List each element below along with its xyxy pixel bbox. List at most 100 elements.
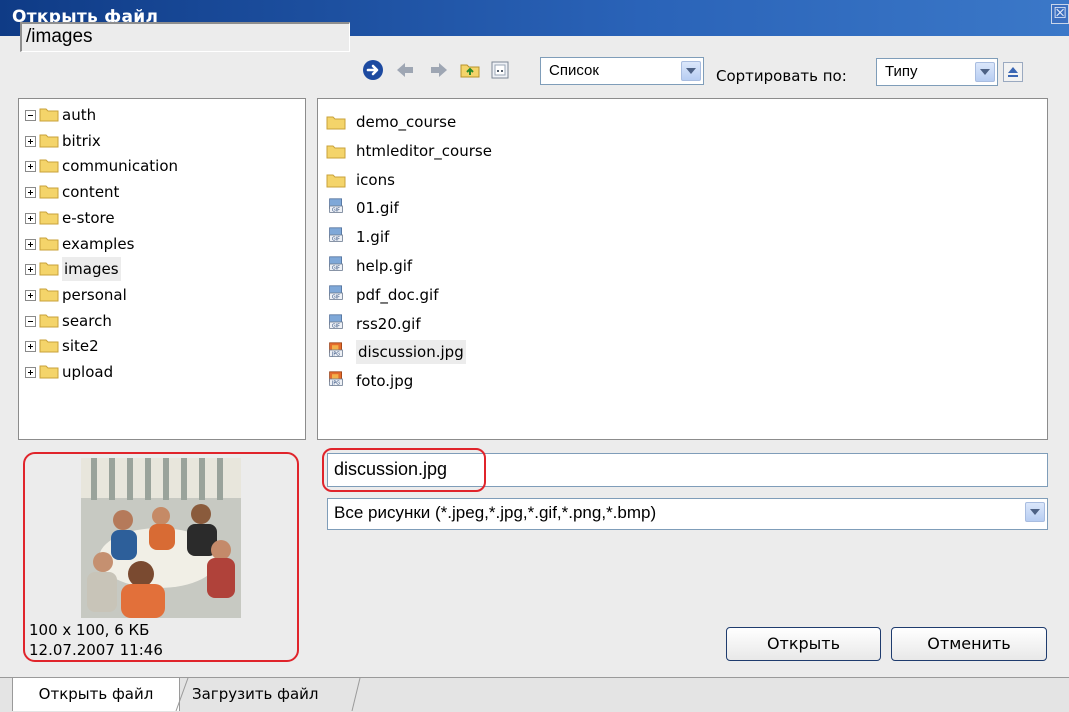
svg-text:GIF: GIF [332, 294, 340, 300]
tree-item[interactable]: bitrix [21, 129, 301, 153]
tab-end [351, 678, 361, 711]
file-name: demo_course [356, 113, 457, 131]
folder-icon [39, 159, 59, 173]
jpg-file-icon: JPG [329, 371, 343, 387]
open-file-dialog: Открыть файл ☒ /images Список Сортироват… [0, 0, 1069, 712]
tree-item[interactable]: upload [21, 360, 301, 384]
file-list-item[interactable]: GIF help.gif [326, 254, 726, 278]
chevron-down-icon[interactable] [975, 62, 995, 82]
expand-icon[interactable] [25, 187, 36, 199]
file-name: htmleditor_course [356, 141, 492, 160]
path-input[interactable]: /images [20, 22, 350, 52]
close-icon[interactable]: ☒ [1051, 4, 1069, 24]
folder-up-icon[interactable] [459, 59, 481, 81]
sort-value: Типу [885, 63, 918, 80]
tree-item-label: examples [62, 234, 135, 253]
expand-icon[interactable] [25, 367, 36, 378]
tree-item[interactable]: site2 [21, 334, 301, 358]
folder-icon [39, 314, 59, 328]
tree-item-label: bitrix [62, 131, 101, 150]
collapse-icon[interactable] [25, 315, 36, 327]
tree-item[interactable]: communication [21, 154, 301, 178]
expand-icon[interactable] [25, 238, 36, 250]
sort-select[interactable]: Типу [876, 58, 998, 86]
chevron-down-icon[interactable] [1025, 502, 1045, 522]
view-mode-select[interactable]: Список [540, 57, 704, 85]
folder-icon [39, 134, 59, 148]
sort-direction-icon[interactable] [1003, 62, 1023, 82]
folder-icon [39, 237, 59, 250]
svg-text:GIF: GIF [332, 323, 340, 329]
file-list: demo_course htmleditor_courseicons GIF 01.g… [317, 98, 1048, 440]
tab-bar: Открыть файл Загрузить файл [0, 677, 1069, 712]
folder-icon [39, 365, 59, 379]
collapse-icon[interactable] [25, 110, 36, 121]
folder-icon [326, 116, 346, 130]
file-list-item[interactable]: GIF 01.gif [326, 196, 726, 220]
tree-item-label: site2 [62, 337, 99, 356]
gif-file-icon: GIF [329, 198, 343, 214]
folder-icon [39, 108, 59, 122]
folder-tree: auth bitrix communication content e-store exa… [18, 98, 306, 440]
folder-icon [326, 174, 346, 188]
image-preview: 100 x 100, 6 КБ 12.07.2007 11:46 [23, 452, 299, 662]
new-folder-icon[interactable] [489, 59, 511, 81]
tree-item-label: communication [62, 157, 179, 176]
expand-icon[interactable] [25, 289, 36, 301]
file-name: pdf_doc.gif [356, 285, 439, 304]
file-list-item[interactable]: JPG discussion.jpg [326, 340, 726, 365]
file-list-item[interactable]: GIF 1.gif [326, 225, 726, 249]
tab-upload-file[interactable]: Загрузить файл [192, 678, 352, 711]
folder-icon [39, 288, 59, 302]
file-list-item[interactable]: GIF pdf_doc.gif [326, 283, 726, 307]
file-name: rss20.gif [356, 314, 421, 333]
folder-icon [39, 262, 59, 276]
tree-item[interactable]: e-store [21, 206, 301, 230]
expand-icon[interactable] [25, 341, 36, 353]
tab-open-file[interactable]: Открыть файл [12, 678, 180, 711]
filename-highlight [322, 448, 486, 492]
tree-item-label: personal [62, 285, 127, 304]
back-arrow-icon[interactable] [394, 59, 416, 81]
jpg-file-icon: JPG [329, 342, 343, 358]
file-name: foto.jpg [356, 372, 414, 391]
file-list-item[interactable]: icons [326, 168, 726, 192]
preview-dimensions: 100 x 100, 6 КБ [29, 621, 150, 639]
tree-item[interactable]: search [21, 309, 301, 333]
folder-icon [326, 145, 346, 159]
preview-date: 12.07.2007 11:46 [29, 641, 163, 659]
svg-text:JPG: JPG [331, 381, 340, 387]
gif-file-icon: GIF [329, 256, 343, 272]
chevron-down-icon[interactable] [681, 61, 701, 81]
expand-icon[interactable] [25, 212, 36, 224]
svg-text:JPG: JPG [331, 352, 340, 358]
folder-icon [39, 185, 59, 199]
expand-icon[interactable] [25, 264, 36, 276]
file-name: discussion.jpg [356, 340, 466, 365]
svg-text:GIF: GIF [332, 266, 340, 272]
cancel-button[interactable]: Отменить [891, 627, 1047, 661]
tree-item[interactable]: personal [21, 283, 301, 307]
file-type-select[interactable]: Все рисунки (*.jpeg,*.jpg,*.gif,*.png,*.… [327, 498, 1048, 530]
go-arrow-icon[interactable] [362, 59, 384, 81]
tree-item-label: auth [62, 106, 97, 124]
tree-item[interactable]: auth [21, 103, 301, 127]
tree-item-label: images [62, 257, 121, 282]
expand-icon[interactable] [25, 161, 36, 173]
tree-item[interactable]: examples [21, 232, 301, 256]
file-list-item[interactable]: htmleditor_course [326, 139, 726, 163]
file-list-item[interactable]: GIF rss20.gif [326, 312, 726, 336]
sort-label: Сортировать по: [716, 67, 847, 85]
open-button[interactable]: Открыть [726, 627, 881, 661]
file-list-item[interactable]: JPG foto.jpg [326, 369, 726, 393]
gif-file-icon: GIF [329, 285, 343, 300]
forward-arrow-icon[interactable] [428, 59, 450, 81]
tree-item[interactable]: content [21, 180, 301, 204]
svg-text:GIF: GIF [332, 208, 340, 214]
file-list-item[interactable]: demo_course [326, 110, 726, 134]
tree-item-label: content [62, 183, 120, 202]
tree-item[interactable]: images [21, 257, 301, 282]
svg-text:GIF: GIF [332, 237, 340, 243]
preview-thumbnail [81, 458, 241, 618]
expand-icon[interactable] [25, 135, 36, 147]
